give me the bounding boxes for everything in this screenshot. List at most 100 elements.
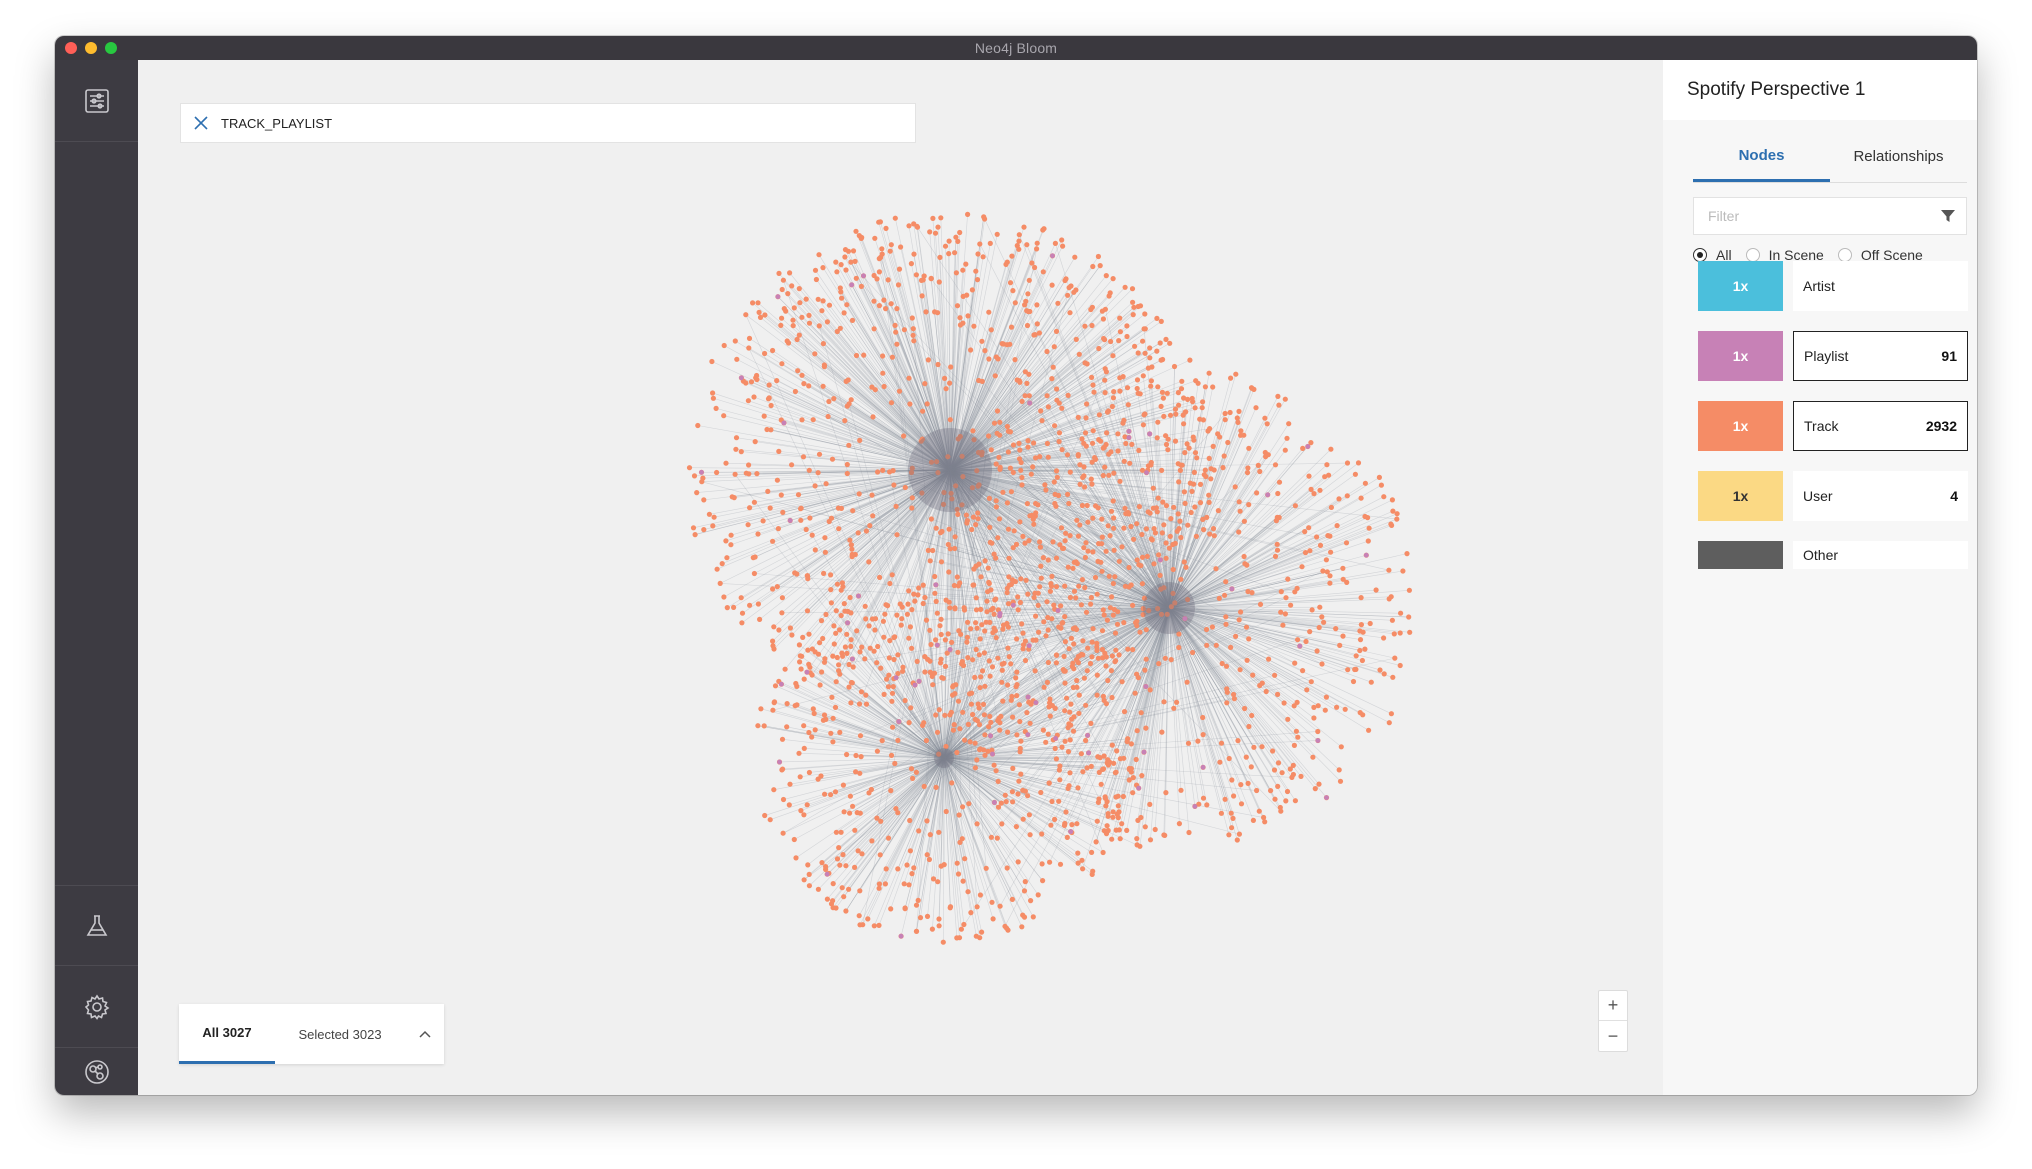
- track-node[interactable]: [806, 320, 813, 326]
- track-node[interactable]: [1275, 691, 1281, 698]
- track-node[interactable]: [1103, 803, 1109, 809]
- track-node[interactable]: [844, 470, 850, 477]
- track-node[interactable]: [1010, 714, 1016, 720]
- track-node[interactable]: [834, 654, 840, 661]
- track-node[interactable]: [1394, 511, 1400, 517]
- track-node[interactable]: [881, 383, 887, 390]
- track-node[interactable]: [1003, 261, 1009, 267]
- track-node[interactable]: [1044, 440, 1050, 447]
- track-node[interactable]: [701, 527, 707, 533]
- track-node[interactable]: [1199, 405, 1205, 411]
- track-node[interactable]: [880, 370, 886, 376]
- track-node[interactable]: [848, 610, 854, 616]
- track-node[interactable]: [1125, 509, 1131, 516]
- track-node[interactable]: [1132, 690, 1138, 696]
- track-node[interactable]: [779, 610, 785, 616]
- track-node[interactable]: [1163, 336, 1169, 342]
- track-node[interactable]: [920, 582, 926, 588]
- track-node[interactable]: [1139, 554, 1146, 560]
- tab-relationships[interactable]: Relationships: [1830, 131, 1967, 182]
- track-node[interactable]: [1142, 350, 1148, 356]
- track-node[interactable]: [881, 691, 887, 698]
- track-node[interactable]: [1105, 523, 1111, 529]
- track-node[interactable]: [690, 525, 697, 531]
- playlist-node[interactable]: [934, 642, 940, 648]
- track-node[interactable]: [1019, 621, 1025, 627]
- track-node[interactable]: [1110, 395, 1116, 401]
- track-node[interactable]: [1381, 671, 1387, 677]
- track-node[interactable]: [1056, 798, 1062, 804]
- track-node[interactable]: [1182, 500, 1188, 506]
- track-node[interactable]: [1026, 699, 1032, 705]
- track-node[interactable]: [1034, 240, 1040, 246]
- track-node[interactable]: [1391, 631, 1397, 637]
- track-node[interactable]: [771, 624, 777, 630]
- track-node[interactable]: [1053, 468, 1060, 474]
- playlist-node[interactable]: [845, 620, 850, 626]
- track-node[interactable]: [872, 235, 878, 241]
- neo4j-logo-button[interactable]: [55, 1048, 138, 1095]
- track-node[interactable]: [1236, 831, 1242, 837]
- track-node[interactable]: [837, 671, 843, 677]
- track-node[interactable]: [846, 442, 852, 448]
- track-node[interactable]: [826, 518, 832, 525]
- track-node[interactable]: [933, 712, 939, 718]
- track-node[interactable]: [898, 622, 904, 628]
- track-node[interactable]: [1051, 344, 1057, 350]
- track-node[interactable]: [1052, 423, 1058, 429]
- track-node[interactable]: [820, 298, 826, 304]
- track-node[interactable]: [1021, 224, 1027, 230]
- playlist-node[interactable]: [850, 656, 855, 662]
- track-node[interactable]: [778, 322, 784, 328]
- track-node[interactable]: [960, 320, 966, 326]
- track-node[interactable]: [1175, 390, 1181, 396]
- track-node[interactable]: [1327, 573, 1333, 579]
- track-node[interactable]: [977, 241, 983, 247]
- track-node[interactable]: [971, 566, 977, 572]
- track-node[interactable]: [791, 305, 797, 311]
- track-node[interactable]: [858, 689, 865, 695]
- track-node[interactable]: [886, 655, 892, 661]
- track-node[interactable]: [1050, 539, 1056, 545]
- track-node[interactable]: [1067, 737, 1073, 743]
- track-node[interactable]: [911, 251, 917, 257]
- playlist-node[interactable]: [777, 759, 782, 765]
- track-node[interactable]: [695, 422, 701, 429]
- track-node[interactable]: [801, 812, 807, 818]
- track-node[interactable]: [1015, 607, 1021, 613]
- track-node[interactable]: [1407, 629, 1413, 635]
- track-node[interactable]: [1074, 821, 1080, 827]
- track-node[interactable]: [1107, 533, 1113, 539]
- track-node[interactable]: [1089, 374, 1095, 380]
- track-node[interactable]: [927, 229, 933, 235]
- track-node[interactable]: [728, 542, 734, 548]
- track-node[interactable]: [863, 701, 870, 707]
- track-node[interactable]: [694, 490, 700, 496]
- track-node[interactable]: [1016, 702, 1023, 708]
- track-node[interactable]: [876, 256, 882, 262]
- playlist-node[interactable]: [1297, 643, 1303, 649]
- track-node[interactable]: [1148, 383, 1154, 389]
- track-node[interactable]: [932, 573, 938, 580]
- track-node[interactable]: [1043, 633, 1049, 639]
- track-node[interactable]: [1039, 831, 1045, 837]
- track-node[interactable]: [1016, 232, 1022, 238]
- track-node[interactable]: [1263, 454, 1269, 460]
- track-node[interactable]: [1161, 699, 1167, 705]
- track-node[interactable]: [1000, 626, 1006, 632]
- track-node[interactable]: [1114, 748, 1120, 754]
- track-node[interactable]: [710, 395, 717, 401]
- track-node[interactable]: [1103, 548, 1109, 554]
- track-node[interactable]: [779, 767, 785, 773]
- track-node[interactable]: [1010, 799, 1016, 805]
- category-label-other[interactable]: Other: [1793, 541, 1968, 569]
- track-node[interactable]: [880, 467, 886, 473]
- track-node[interactable]: [801, 381, 807, 387]
- track-node[interactable]: [959, 836, 965, 842]
- playlist-node[interactable]: [1192, 804, 1198, 809]
- track-node[interactable]: [806, 467, 812, 473]
- track-node[interactable]: [1187, 357, 1193, 363]
- track-node[interactable]: [753, 375, 759, 381]
- track-node[interactable]: [976, 561, 982, 567]
- track-node[interactable]: [1098, 438, 1104, 444]
